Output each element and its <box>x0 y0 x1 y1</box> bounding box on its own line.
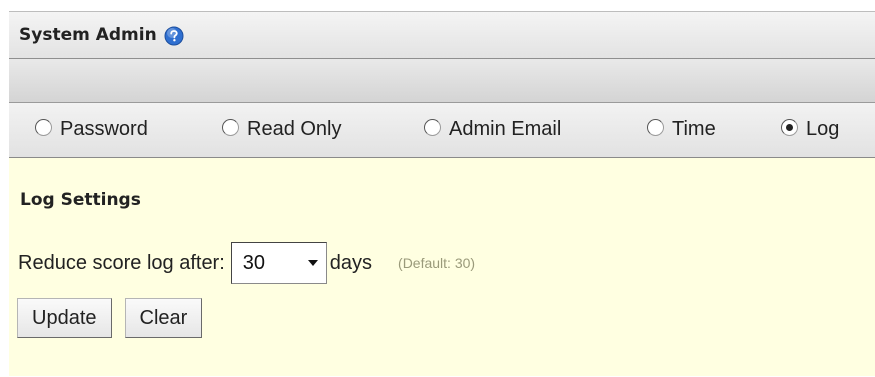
days-unit-label: days <box>329 251 373 274</box>
radio-button[interactable] <box>35 119 52 136</box>
radio-button[interactable] <box>424 119 441 136</box>
clear-button[interactable]: Clear <box>124 298 203 338</box>
system-admin-panel: System Admin Password Read Only Admin Em… <box>9 11 875 377</box>
action-buttons: Update Clear <box>17 298 203 338</box>
help-icon[interactable] <box>164 26 184 46</box>
radio-option-read-only[interactable]: Read Only <box>222 118 342 141</box>
days-select-value: 30 <box>242 251 266 274</box>
page-title: System Admin <box>19 25 157 45</box>
radio-option-time[interactable]: Time <box>647 118 716 141</box>
radio-label: Read Only <box>247 118 342 140</box>
days-select[interactable]: 30 <box>230 242 327 284</box>
radio-option-log[interactable]: Log <box>781 118 839 141</box>
toolbar-strip <box>9 59 875 103</box>
update-button[interactable]: Update <box>17 298 112 338</box>
radio-label: Password <box>60 118 148 140</box>
radio-option-admin-email[interactable]: Admin Email <box>424 118 561 141</box>
radio-label: Log <box>806 118 840 140</box>
default-value-note: (Default: 30) <box>398 255 476 271</box>
radio-button-selected[interactable] <box>781 119 798 136</box>
radio-label: Time <box>672 118 716 140</box>
reduce-score-log-label: Reduce score log after: <box>18 251 225 274</box>
radio-button[interactable] <box>647 119 664 136</box>
settings-tab-radio-group: Password Read Only Admin Email Time Log <box>9 103 875 158</box>
radio-label: Admin Email <box>449 118 562 140</box>
chevron-down-icon[interactable] <box>299 243 326 283</box>
radio-button[interactable] <box>222 119 239 136</box>
section-title: Log Settings <box>20 190 141 210</box>
log-settings-content: Log Settings Reduce score log after: 30 … <box>9 158 875 376</box>
panel-header: System Admin <box>9 11 875 59</box>
radio-option-password[interactable]: Password <box>35 118 148 141</box>
reduce-score-log-row: Reduce score log after: 30 days (Default… <box>18 242 475 284</box>
